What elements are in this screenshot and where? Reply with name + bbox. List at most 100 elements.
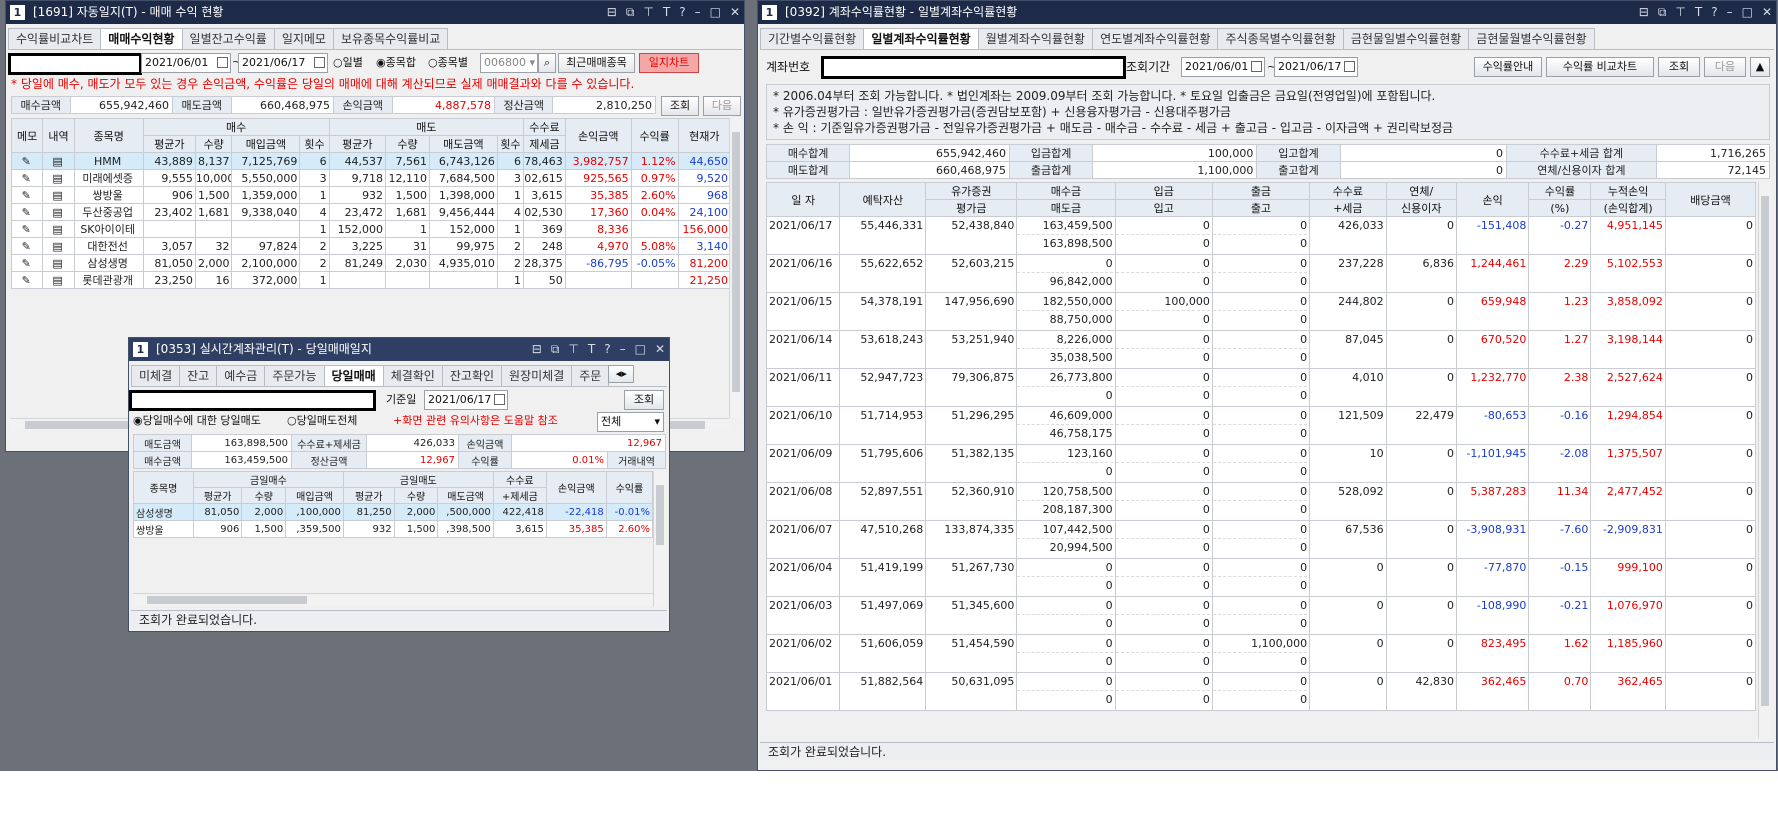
detail-icon[interactable]: ▤ (42, 186, 75, 204)
table-row[interactable]: ✎ ▤ HMM 43,889 8,137 7,125,769 6 44,537 7,561 6,7… (10, 152, 732, 170)
tab-today-trade[interactable]: 당일매매 (323, 365, 384, 386)
tab-gold-daily[interactable]: 금현물일별수익률현황 (1342, 28, 1470, 49)
copy-icon[interactable]: ⧉ (551, 338, 560, 361)
scroll-thumb[interactable] (147, 596, 307, 604)
table-row[interactable]: ✎ ▤ 대한전선 3,057 32 97,824 2 3,225 31 99,975 2 248 4,9… (10, 237, 732, 255)
calendar-icon[interactable] (217, 57, 228, 68)
title-bar[interactable]: 1 [1691] 자동일지(T) - 매매 수익 현황 ⊟ ⧉ ⊤ T? – □ ✕ (6, 1, 744, 24)
return-guide-button[interactable]: 수익률안내 (1474, 57, 1542, 77)
account-field-redacted[interactable] (8, 53, 142, 75)
date-from-input[interactable]: 2021/06/01 (141, 53, 231, 73)
tab-daily-balance[interactable]: 일별잔고수익률 (181, 28, 275, 49)
tab-scroll-arrows[interactable]: ◂▸ (608, 365, 635, 383)
recent-trades-button[interactable]: 최근매매종목 (558, 53, 635, 73)
tab-stock-return[interactable]: 주식종목별수익률현황 (1217, 28, 1344, 49)
memo-icon[interactable]: ✎ (10, 203, 44, 221)
table-row[interactable]: 2021/06/16 55,622,652 52,603,215 0 96,842,00… (765, 254, 1757, 293)
date-to-input[interactable]: 2021/06/17 (1274, 57, 1358, 77)
tab-balance[interactable]: 잔고 (179, 365, 218, 386)
table-row[interactable]: 2021/06/01 51,882,564 50,631,095 0 0 0 0 0 0 0 42,… (765, 672, 1757, 711)
table-row[interactable]: ✎ ▤ 쌍방울 906 1,500 1,359,000 1 932 1,500 1,398,000… (10, 186, 732, 204)
maximize-icon[interactable]: □ (1742, 1, 1753, 24)
minimize-icon[interactable]: – (695, 1, 701, 24)
tab-holding-compare[interactable]: 보유종목수익률비교 (332, 28, 449, 49)
pin-icon[interactable]: ⊤ (1675, 1, 1685, 24)
tab-monthly-return[interactable]: 월별계좌수익률현황 (977, 28, 1094, 49)
tab-orderable[interactable]: 주문가능 (264, 365, 325, 386)
maximize-icon[interactable]: □ (635, 338, 646, 361)
trade-history-link[interactable]: 거래내역 (607, 451, 666, 469)
table-row[interactable]: 2021/06/11 52,947,723 79,306,875 26,773,800… (765, 368, 1757, 407)
table-row[interactable]: ✎ ▤ 삼성생명 81,050 2,000 2,100,000 2 81,249 2,030 4,… (10, 254, 732, 272)
title-bar[interactable]: 1 [0392] 계좌수익률현황 - 일별계좌수익률현황 ⊟ ⧉ ⊤ T? – □ ✕ (758, 1, 1776, 24)
query-button[interactable]: 조회 (1658, 57, 1700, 77)
table-row[interactable]: ✎ ▤ SK아이이테 1 152,000 1 152,000 1 369 8,336 156,000 (10, 220, 732, 238)
tab-deposit[interactable]: 예수금 (216, 365, 266, 386)
pin-icon[interactable]: ⊤ (643, 1, 653, 24)
next-button[interactable]: 다음 (1704, 57, 1746, 77)
calendar-icon[interactable] (494, 394, 505, 405)
maximize-icon[interactable]: □ (710, 1, 721, 24)
scroll-thumb[interactable] (1761, 196, 1769, 706)
memo-icon[interactable]: ✎ (10, 220, 44, 238)
close-icon[interactable]: ✕ (730, 1, 740, 24)
title-bar[interactable]: 1 [0353] 실시간계좌관리(T) - 당일매매일지 ⊟ ⧉ ⊤ T? – □ ✕ (129, 338, 669, 361)
detail-icon[interactable]: ▤ (42, 254, 75, 272)
tab-daily-return[interactable]: 일별계좌수익률현황 (863, 28, 979, 49)
copy-icon[interactable]: ⧉ (1658, 1, 1667, 24)
scroll-thumb[interactable] (732, 132, 740, 392)
detail-icon[interactable]: ▤ (42, 271, 75, 289)
minimize-icon[interactable]: – (1727, 1, 1733, 24)
link-icon[interactable]: ⊟ (607, 1, 617, 24)
detail-icon[interactable]: ▤ (42, 220, 75, 238)
stock-code-select[interactable]: 006800 ▾ (480, 53, 538, 73)
calendar-icon[interactable] (1344, 61, 1355, 72)
account-field-redacted[interactable] (129, 390, 376, 411)
memo-icon[interactable]: ✎ (10, 237, 44, 255)
table-row[interactable]: 2021/06/03 51,497,069 51,345,600 0 0 0 0 0 0 0 0 -1… (765, 596, 1757, 635)
tab-trade-profit[interactable]: 매매수익현황 (100, 28, 183, 49)
help-icon[interactable]: ? (1711, 1, 1717, 24)
font-icon[interactable]: T (588, 338, 595, 361)
tab-ledger-unfilled[interactable]: 원장미체결 (501, 365, 573, 386)
tab-journal-memo[interactable]: 일지메모 (273, 28, 334, 49)
copy-icon[interactable]: ⧉ (626, 1, 635, 24)
table-row[interactable]: ✎ ▤ 롯데관광개 23,250 16 372,000 1 1 50 21,250 (10, 271, 732, 289)
link-icon[interactable]: ⊟ (1639, 1, 1649, 24)
account-field-redacted[interactable] (821, 56, 1126, 79)
minimize-icon[interactable]: – (620, 338, 626, 361)
help-icon[interactable]: ? (679, 1, 685, 24)
radio-all-sell[interactable]: ○당일매도전체 (287, 412, 357, 430)
base-date-input[interactable]: 2021/06/17 (424, 390, 508, 410)
date-to-input[interactable]: 2021/06/17 (238, 53, 328, 73)
table-row[interactable]: ✎ ▤ 두산중공업 23,402 1,681 9,338,040 4 23,472 1,681 9… (10, 203, 732, 221)
table-row[interactable]: 2021/06/02 51,606,059 51,454,590 0 0 0 0 1,100,… (765, 634, 1757, 673)
font-icon[interactable]: T (663, 1, 670, 24)
table-row[interactable]: 2021/06/07 47,510,268 133,874,335 107,442,5… (765, 520, 1757, 559)
tab-gold-monthly[interactable]: 금현물월별수익률현황 (1468, 28, 1595, 49)
vertical-scrollbar[interactable] (729, 118, 742, 418)
query-button[interactable]: 조회 (624, 390, 664, 410)
close-icon[interactable]: ✕ (1762, 1, 1772, 24)
radio-by-item[interactable]: ○종목별 (428, 54, 468, 72)
horizontal-scrollbar[interactable] (133, 593, 653, 606)
table-row[interactable]: 2021/06/08 52,897,551 52,360,910 120,758,50… (765, 482, 1757, 521)
table-row[interactable]: 2021/06/15 54,378,191 147,956,690 182,550,0… (765, 292, 1757, 331)
memo-icon[interactable]: ✎ (10, 169, 44, 187)
memo-icon[interactable]: ✎ (10, 271, 44, 289)
scroll-thumb[interactable] (656, 485, 664, 545)
detail-icon[interactable]: ▤ (42, 203, 75, 221)
radio-item-sum[interactable]: ◉종목합 (376, 54, 416, 72)
tab-execution[interactable]: 체결확인 (382, 365, 443, 386)
journal-chart-button[interactable]: 일지차트 (639, 53, 699, 73)
vertical-scrollbar[interactable] (1758, 182, 1771, 738)
table-row[interactable]: ✎ ▤ 미래에셋증 9,555 10,000 5,550,000 3 9,718 12,110 7… (10, 169, 732, 187)
pin-icon[interactable]: ⊤ (568, 338, 578, 361)
vertical-scrollbar[interactable] (653, 471, 666, 607)
font-icon[interactable]: T (1695, 1, 1702, 24)
link-icon[interactable]: ⊟ (532, 338, 542, 361)
tab-unfilled[interactable]: 미체결 (131, 365, 181, 386)
collapse-arrow-icon[interactable]: ▲ (1750, 57, 1770, 77)
table-row[interactable]: 2021/06/04 51,419,199 51,267,730 0 0 0 0 0 0 0 0 -7… (765, 558, 1757, 597)
tab-compare-chart[interactable]: 수익률비교차트 (8, 28, 102, 49)
